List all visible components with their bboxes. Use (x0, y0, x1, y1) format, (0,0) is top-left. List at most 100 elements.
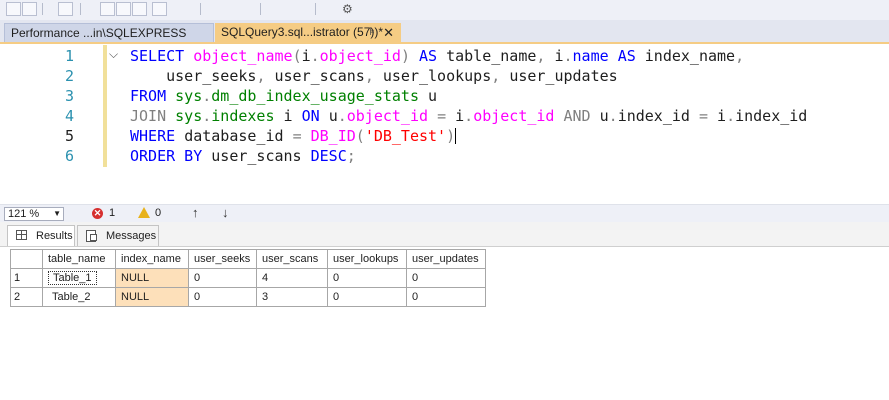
warning-icon[interactable] (138, 207, 150, 218)
cell-user-scans[interactable]: 3 (256, 287, 328, 307)
tab-label: Performance ...in\SQLEXPRESS (11, 26, 187, 40)
code-token: . (563, 47, 573, 65)
code-token: object_name (193, 47, 293, 65)
cell-user-seeks[interactable]: 0 (188, 287, 257, 307)
column-header[interactable]: index_name (115, 249, 189, 269)
code-line[interactable]: user_seeks, user_scans, user_lookups, us… (130, 66, 618, 86)
toolbar-button-2[interactable] (22, 2, 37, 16)
code-line[interactable]: SELECT object_name(i.object_id) AS table… (130, 46, 744, 66)
column-header[interactable]: table_name (42, 249, 116, 269)
code-token: u (599, 107, 609, 125)
cell-user-seeks[interactable]: 0 (188, 268, 257, 288)
previous-error-icon[interactable]: ↑ (192, 205, 199, 220)
chevron-down-icon: ▼ (53, 209, 61, 218)
line-number-gutter: 1 2 3 4 5 6 (0, 44, 100, 204)
grid-icon (16, 230, 27, 240)
cell-user-scans[interactable]: 4 (256, 268, 328, 288)
code-token: index_id (735, 107, 808, 125)
toolbar-button-3[interactable] (58, 2, 73, 16)
cell-user-updates[interactable]: 0 (406, 287, 486, 307)
tab-results-label: Results (36, 230, 73, 242)
code-token: indexes (211, 107, 284, 125)
code-token: table_name (446, 47, 537, 65)
code-line[interactable]: JOIN sys.indexes i ON u.object_id = i.ob… (130, 106, 807, 126)
line-number: 4 (64, 107, 74, 125)
error-count: 1 (109, 207, 116, 219)
pin-icon[interactable]: ⊧ (369, 23, 375, 42)
results-tabs: Results Messages (0, 222, 889, 247)
table-row[interactable]: 1 Table_1 NULL 0 4 0 0 (10, 268, 486, 288)
collapse-chevron-icon[interactable]: ⌵ (109, 47, 118, 62)
zoom-dropdown[interactable]: 121 % ▼ (4, 207, 64, 221)
query-editor[interactable]: 1 2 3 4 5 6 ⌵ SELECT object_name(i.objec… (0, 44, 889, 204)
row-number[interactable]: 1 (10, 268, 43, 288)
cell-table-name[interactable]: Table_1 (42, 268, 116, 288)
toolbar-separator (260, 3, 261, 15)
line-number: 2 (64, 67, 74, 85)
code-token: index_id (617, 107, 699, 125)
code-token: , (491, 67, 510, 85)
column-header[interactable]: user_scans (256, 249, 328, 269)
messages-icon (86, 230, 97, 242)
code-token: u (328, 107, 338, 125)
code-token: i (717, 107, 727, 125)
line-number-current: 5 (64, 127, 74, 145)
code-token: , (364, 67, 383, 85)
code-token: SELECT (130, 47, 194, 65)
tab-sqlquery3[interactable]: SQLQuery3.sql...istrator (57))* ⊧ ✕ (215, 23, 401, 42)
cell-user-lookups[interactable]: 0 (327, 268, 407, 288)
code-token: i (455, 107, 465, 125)
code-token: i (554, 47, 564, 65)
column-header[interactable]: user_seeks (188, 249, 257, 269)
row-number-header[interactable] (10, 249, 43, 269)
code-line[interactable]: FROM sys.dm_db_index_usage_stats u (130, 86, 437, 106)
code-token: AS (617, 47, 645, 65)
code-token: , (256, 67, 275, 85)
code-token: ) (446, 127, 456, 145)
results-grid: table_name index_name user_seeks user_sc… (10, 249, 486, 307)
column-header[interactable]: user_lookups (327, 249, 407, 269)
cell-table-name[interactable]: Table_2 (42, 287, 116, 307)
toolbar-separator (80, 3, 81, 15)
toolbar-button-4[interactable] (100, 2, 115, 16)
code-line[interactable]: WHERE database_id = DB_ID('DB_Test') (130, 126, 457, 146)
cell-user-lookups[interactable]: 0 (327, 287, 407, 307)
code-token: user_lookups (382, 67, 492, 85)
code-token: user_scans (211, 147, 311, 165)
toolbar-separator (200, 3, 201, 15)
code-token: FROM (130, 87, 176, 105)
code-token: u (428, 87, 438, 105)
cell-index-name[interactable]: NULL (115, 287, 189, 307)
toolbar-button-5[interactable] (132, 2, 147, 16)
code-token: . (464, 107, 474, 125)
code-token: AS (419, 47, 447, 65)
parse-check-icon[interactable] (116, 2, 131, 16)
settings-icon[interactable]: ⚙ (342, 1, 353, 17)
toolbar-button-1[interactable] (6, 2, 21, 16)
toolbar-button-6[interactable] (152, 2, 167, 16)
cell-user-updates[interactable]: 0 (406, 268, 486, 288)
tab-performance[interactable]: Performance ...in\SQLEXPRESS (4, 23, 214, 42)
row-number[interactable]: 2 (10, 287, 43, 307)
table-row[interactable]: 2 Table_2 NULL 0 3 0 0 (10, 287, 486, 307)
line-number: 6 (64, 147, 74, 165)
next-error-icon[interactable]: ↓ (222, 205, 229, 220)
code-line[interactable]: ORDER BY user_scans DESC; (130, 146, 356, 166)
tab-messages[interactable]: Messages (77, 225, 159, 246)
error-icon[interactable]: ✕ (92, 208, 103, 219)
code-token: user_updates (509, 67, 618, 85)
code-token: , (536, 47, 555, 65)
selected-cell-value: Table_1 (48, 271, 97, 285)
tab-messages-label: Messages (106, 230, 157, 242)
change-tracking-bar (103, 45, 107, 167)
code-token: ( (292, 47, 302, 65)
toolbar-separator (42, 3, 43, 15)
column-header[interactable]: user_updates (406, 249, 486, 269)
tab-results[interactable]: Results (7, 225, 75, 246)
warning-count: 0 (155, 207, 162, 219)
close-icon[interactable]: ✕ (383, 23, 394, 42)
code-token: = (698, 107, 718, 125)
code-token: index_name (644, 47, 736, 65)
cell-index-name[interactable]: NULL (115, 268, 189, 288)
code-token: sys (175, 87, 203, 105)
